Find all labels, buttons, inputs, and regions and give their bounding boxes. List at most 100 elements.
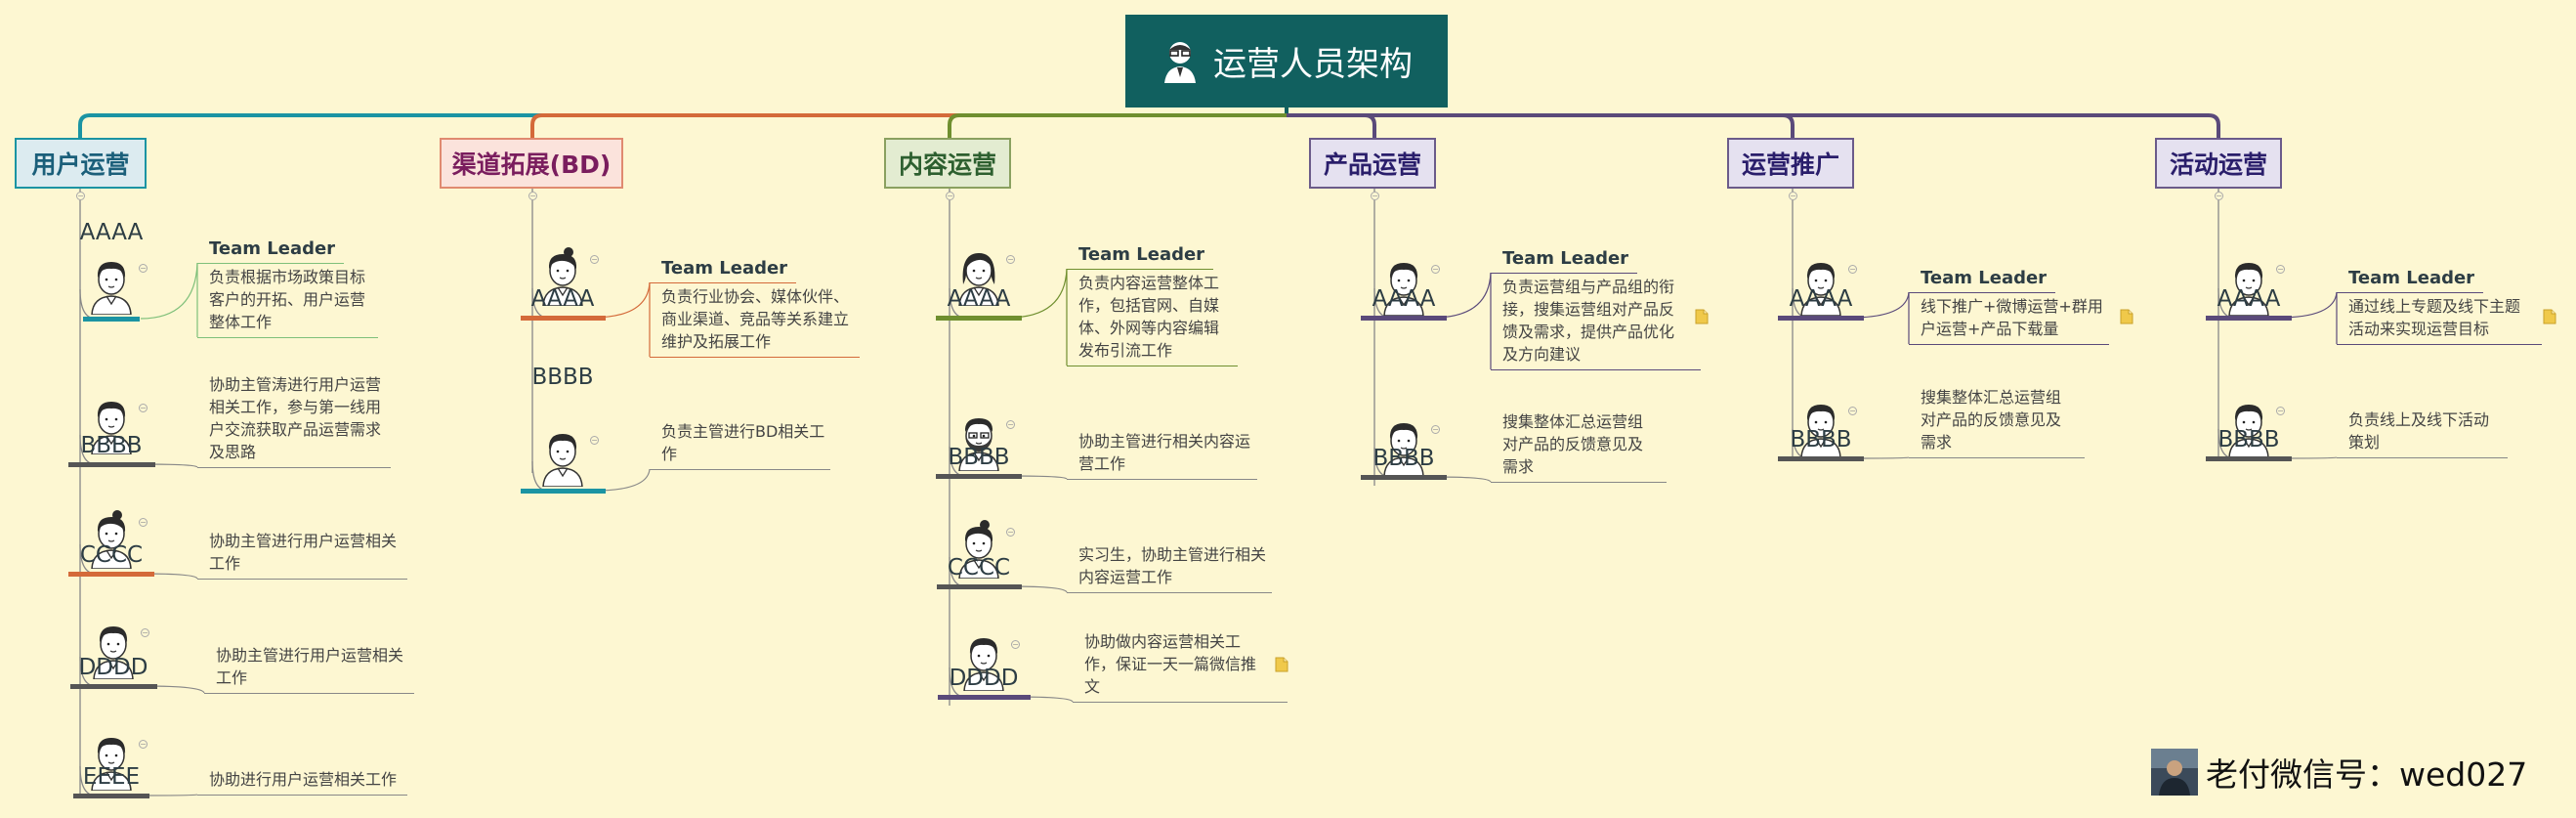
profile-photo-icon — [2151, 749, 2198, 796]
branch-3-member-4-description-line-1: 协助做内容运营相关工 — [1084, 632, 1242, 651]
branch-5-member-1-role-underline — [1909, 292, 2055, 293]
note-icon[interactable] — [1695, 309, 1709, 324]
root-node[interactable]: 运营人员架构 — [1125, 15, 1448, 108]
branch-6-member-1-name: AAAA — [2217, 286, 2281, 312]
branch-1-member-1-name: AAAA — [79, 220, 144, 245]
branch-1-member-2-collapse-toggle[interactable]: − — [139, 404, 148, 412]
branch-6-title[interactable]: 活动运营 — [2155, 138, 2282, 189]
branch-2-member-1-description-line-2: 商业渠道、竞品等关系建立 — [661, 310, 850, 328]
branch-6-member-1-collapse-toggle[interactable]: − — [2276, 265, 2285, 274]
branch-1-member-5-description-underline — [197, 795, 407, 796]
branch-4-member-2-collapse-toggle[interactable]: − — [1431, 425, 1440, 434]
watermark-text: 老付微信号：wed027 — [2206, 755, 2528, 794]
branch-2-member-1-role-underline — [650, 282, 796, 283]
branch-2-title[interactable]: 渠道拓展(BD) — [440, 138, 623, 189]
branch-1-member-5-collapse-toggle[interactable]: − — [139, 740, 148, 749]
branch-3-member-1-description-line-1: 负责内容运营整体工 — [1078, 274, 1220, 292]
branch-3-member-3-description-line-1: 实习生，协助主管进行相关 — [1078, 545, 1267, 564]
branch-4-member-2-description-line-2: 对产品的反馈意见及 — [1502, 435, 1644, 453]
branch-6-member-2-collapse-toggle[interactable]: − — [2276, 407, 2285, 415]
branch-4-member-1-description: 负责运营组与产品组的衔 接，搜集运营组对产品反 馈及需求，提供产品优化 及方向建议 — [1502, 276, 1674, 366]
branch-1-member-3-description: 协助主管进行用户运营相关 工作 — [209, 530, 397, 575]
branch-4-member-2-description-line-1: 搜集整体汇总运营组 — [1502, 412, 1644, 431]
branch-2-member-2-description-line-1: 负责主管进行BD相关工 — [661, 422, 825, 441]
branch-3-member-2-collapse-toggle[interactable]: − — [1006, 420, 1015, 429]
branch-4-member-1-collapse-toggle[interactable]: − — [1431, 265, 1440, 274]
branch-5-member-2-collapse-toggle[interactable]: − — [1848, 407, 1857, 415]
branch-1-collapse-toggle[interactable]: − — [76, 192, 85, 200]
branch-6-member-2-name: BBBB — [2217, 427, 2280, 452]
branch-2-member-2-description-underline — [650, 469, 830, 470]
branch-6-member-2-description-line-1: 负责线上及线下活动 — [2348, 410, 2490, 429]
branch-4-member-1-description-line-4: 及方向建议 — [1502, 345, 1582, 364]
branch-1-member-1-role-underline — [197, 263, 344, 264]
root-title: 运营人员架构 — [1213, 45, 1413, 84]
branch-4-member-2-underline — [1361, 475, 1447, 480]
branch-3-member-1-collapse-toggle[interactable]: − — [1006, 255, 1015, 264]
branch-1-member-3-description-underline — [197, 579, 407, 580]
branch-1-member-2-description-line-1: 协助主管涛进行用户运营 — [209, 375, 382, 394]
branch-1-member-2-description: 协助主管涛进行用户运营 相关工作，参与第一线用 户交流获取产品运营需求 及思路 — [209, 373, 381, 463]
branch-2-member-1-role: Team Leader — [661, 258, 788, 279]
branch-3-member-4-description: 协助做内容运营相关工 作，保证一天一篇微信推文 — [1084, 630, 1256, 698]
branch-3-collapse-toggle[interactable]: − — [946, 192, 954, 200]
branch-6-member-1-underline — [2206, 316, 2292, 321]
branch-1-member-4-collapse-toggle[interactable]: − — [141, 628, 149, 637]
branch-2-member-2-collapse-toggle[interactable]: − — [590, 436, 599, 445]
branch-1-member-2-description-line-4: 及思路 — [209, 443, 257, 461]
branch-6-member-1-description-line-1: 通过线上专题及线下主题 — [2348, 297, 2521, 316]
branch-1-member-2-description-underline — [197, 467, 391, 468]
branch-2-member-2-description-line-2: 作 — [661, 445, 678, 463]
branch-4-collapse-toggle[interactable]: − — [1371, 192, 1379, 200]
branch-3-member-4-description-line-3: 文 — [1084, 677, 1101, 696]
branch-3-member-3-underline — [936, 584, 1022, 589]
branch-5-member-1-collapse-toggle[interactable]: − — [1848, 265, 1857, 274]
branch-1-member-1-collapse-toggle[interactable]: − — [139, 264, 148, 273]
note-icon[interactable] — [2120, 309, 2133, 324]
branch-3-member-4-name: DDDD — [949, 666, 1019, 691]
branch-1-member-4-description-line-1: 协助主管进行用户运营相关 — [216, 646, 404, 665]
branch-2-member-1-description-underline — [650, 357, 860, 358]
branch-3-member-4-collapse-toggle[interactable]: − — [1011, 640, 1020, 649]
branch-1-member-3-description-line-1: 协助主管进行用户运营相关 — [209, 532, 398, 550]
branch-1-member-3-description-line-2: 工作 — [209, 554, 241, 573]
branch-4-member-1-underline — [1361, 316, 1447, 321]
branch-1-member-2-description-line-3: 户交流获取产品运营需求 — [209, 420, 382, 439]
branch-2-member-2-underline — [520, 489, 606, 494]
branch-1-member-4-description-line-2: 工作 — [216, 668, 248, 687]
branch-6-member-1-description-underline — [2337, 344, 2542, 345]
branch-3-member-1-description-line-4: 发布引流工作 — [1078, 341, 1173, 360]
branch-1-member-3-collapse-toggle[interactable]: − — [139, 518, 148, 527]
branch-5-title[interactable]: 运营推广 — [1727, 138, 1854, 189]
branch-1-member-2-description-line-2: 相关工作，参与第一线用 — [209, 398, 382, 416]
branch-1-member-1-role: Team Leader — [209, 238, 336, 259]
branch-3-member-1-role-underline — [1067, 269, 1213, 270]
branch-2-member-1-collapse-toggle[interactable]: − — [590, 255, 599, 264]
branch-1-title[interactable]: 用户运营 — [15, 138, 147, 189]
branch-4-member-1-description-line-3: 馈及需求，提供产品优化 — [1502, 323, 1675, 341]
branch-3-member-2-description: 协助主管进行相关内容运 营工作 — [1078, 430, 1250, 475]
branch-5-member-1-description-line-2: 户运营+产品下载量 — [1921, 320, 2059, 338]
note-icon[interactable] — [2543, 309, 2556, 324]
branch-5-collapse-toggle[interactable]: − — [1789, 192, 1797, 200]
branch-3-member-3-description-line-2: 内容运营工作 — [1078, 568, 1173, 586]
branch-3-member-3-description-underline — [1067, 592, 1272, 593]
branch-5-member-2-description-line-3: 需求 — [1921, 433, 1953, 452]
branch-5-member-2-description-line-1: 搜集整体汇总运营组 — [1921, 388, 2062, 407]
branch-3-member-1-description-line-2: 作，包括官网、自媒 — [1078, 296, 1220, 315]
branch-6-collapse-toggle[interactable]: − — [2215, 192, 2223, 200]
branch-5-member-2-name: BBBB — [1790, 427, 1852, 452]
branch-4-title[interactable]: 产品运营 — [1309, 138, 1436, 189]
branch-3-member-3-collapse-toggle[interactable]: − — [1006, 528, 1015, 537]
branch-4-member-1-description-line-2: 接，搜集运营组对产品反 — [1502, 300, 1675, 319]
branch-3-member-4-underline — [937, 695, 1031, 700]
branch-2-member-1-description-line-3: 维护及拓展工作 — [661, 332, 772, 351]
note-icon[interactable] — [1275, 657, 1288, 672]
branch-6-member-2-description-line-2: 策划 — [2348, 433, 2381, 452]
branch-4-member-2-description-underline — [1491, 482, 1667, 483]
branch-1-member-1-description-line-3: 整体工作 — [209, 313, 273, 331]
branch-3-title[interactable]: 内容运营 — [884, 138, 1011, 189]
branch-2-collapse-toggle[interactable]: − — [528, 192, 537, 200]
branch-5-member-1-description: 线下推广+微博运营+群用 户运营+产品下载量 — [1921, 295, 2103, 340]
branch-3-member-2-name: BBBB — [948, 445, 1010, 470]
